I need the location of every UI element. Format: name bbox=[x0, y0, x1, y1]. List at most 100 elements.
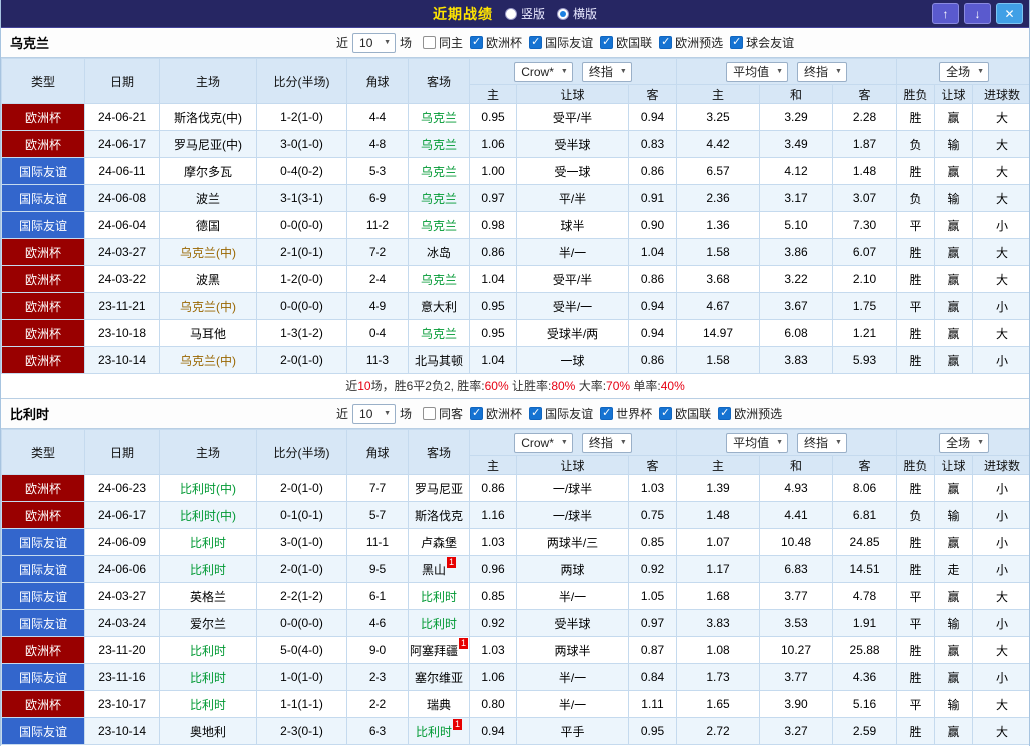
competition-type-cell: 欧洲杯 bbox=[2, 266, 85, 293]
layout-radio-vertical[interactable]: 竖版 bbox=[505, 5, 545, 22]
filter-checkbox-item[interactable]: 国际友谊 bbox=[529, 34, 593, 51]
checkbox-checked-icon[interactable] bbox=[730, 36, 743, 49]
home-team-name: 比利时 bbox=[190, 671, 226, 685]
euro-away-odds-cell: 5.93 bbox=[833, 347, 897, 374]
competition-type-cell: 国际友谊 bbox=[2, 529, 85, 556]
odds-company-select[interactable]: Crow*▼ bbox=[514, 433, 573, 453]
home-team-cell: 比利时 bbox=[160, 637, 257, 664]
goals-result-cell: 小 bbox=[973, 212, 1030, 239]
home-team-cell: 德国 bbox=[160, 212, 257, 239]
asia-away-odds-cell: 0.90 bbox=[629, 212, 677, 239]
checkbox-checked-icon[interactable] bbox=[659, 407, 672, 420]
handicap-result-cell: 输 bbox=[935, 131, 973, 158]
scope-select[interactable]: 全场▼ bbox=[939, 62, 989, 82]
euro-time-select[interactable]: 终指▼ bbox=[797, 433, 847, 453]
goals-result-cell: 大 bbox=[973, 266, 1030, 293]
checkbox-checked-icon[interactable] bbox=[659, 36, 672, 49]
home-team-name: 比利时 bbox=[190, 698, 226, 712]
euro-away-odds-cell: 5.16 bbox=[833, 691, 897, 718]
chevron-down-icon: ▼ bbox=[776, 439, 783, 446]
chevron-down-icon: ▼ bbox=[384, 410, 391, 417]
layout-radio-horizontal[interactable]: 横版 bbox=[557, 5, 597, 22]
filter-checkbox-item[interactable]: 欧洲杯 bbox=[470, 34, 522, 51]
scroll-up-button[interactable]: ↑ bbox=[932, 3, 959, 24]
col-handicap-result: 让球 bbox=[935, 456, 973, 475]
checkbox-checked-icon[interactable] bbox=[470, 36, 483, 49]
match-date-cell: 24-03-24 bbox=[85, 610, 160, 637]
checkbox-checked-icon[interactable] bbox=[600, 36, 613, 49]
away-team-name: 乌克兰 bbox=[421, 273, 457, 287]
odds-company-select[interactable]: Crow*▼ bbox=[514, 62, 573, 82]
away-team-cell: 塞尔维亚 bbox=[409, 664, 470, 691]
asia-home-odds-cell: 1.03 bbox=[470, 529, 517, 556]
filter-checkbox-item[interactable]: 同主 bbox=[423, 34, 463, 51]
euro-time-select[interactable]: 终指▼ bbox=[797, 62, 847, 82]
away-team-name: 阿塞拜疆 bbox=[410, 644, 458, 658]
filter-checkbox-item[interactable]: 国际友谊 bbox=[529, 405, 593, 422]
radio-label: 横版 bbox=[573, 5, 597, 22]
handicap-result-cell: 赢 bbox=[935, 718, 973, 745]
home-team-cell: 乌克兰(中) bbox=[160, 347, 257, 374]
corner-cell: 4-6 bbox=[347, 610, 409, 637]
score-cell: 1-2(1-0) bbox=[257, 104, 347, 131]
radio-unselected-icon[interactable] bbox=[505, 8, 517, 20]
scope-header: 全场▼ bbox=[897, 59, 1030, 85]
score-cell: 0-1(0-1) bbox=[257, 502, 347, 529]
handicap-result-cell: 赢 bbox=[935, 583, 973, 610]
radio-selected-icon[interactable] bbox=[557, 8, 569, 20]
home-team-name: 乌克兰(中) bbox=[180, 354, 236, 368]
filter-checkbox-item[interactable]: 球会友谊 bbox=[730, 34, 794, 51]
euro-home-odds-cell: 2.36 bbox=[677, 185, 760, 212]
euro-draw-odds-cell: 4.41 bbox=[760, 502, 833, 529]
result-cell: 胜 bbox=[897, 347, 935, 374]
euro-average-select[interactable]: 平均值▼ bbox=[726, 62, 788, 82]
asia-handicap-cell: 受半球 bbox=[517, 131, 629, 158]
asia-home-odds-cell: 1.04 bbox=[470, 347, 517, 374]
match-date-cell: 23-10-14 bbox=[85, 718, 160, 745]
filter-checkbox-item[interactable]: 世界杯 bbox=[600, 405, 652, 422]
handicap-result-cell: 赢 bbox=[935, 158, 973, 185]
scroll-down-button[interactable]: ↓ bbox=[964, 3, 991, 24]
goals-result-cell: 大 bbox=[973, 691, 1030, 718]
odds-time-select[interactable]: 终指▼ bbox=[582, 62, 632, 82]
filter-checkbox-item[interactable]: 欧国联 bbox=[659, 405, 711, 422]
handicap-result-cell: 走 bbox=[935, 556, 973, 583]
checkbox-unchecked-icon[interactable] bbox=[423, 407, 436, 420]
odds-time-select[interactable]: 终指▼ bbox=[582, 433, 632, 453]
result-cell: 胜 bbox=[897, 239, 935, 266]
asia-handicap-cell: 平手 bbox=[517, 718, 629, 745]
goals-result-cell: 大 bbox=[973, 320, 1030, 347]
match-count-select[interactable]: 10▼ bbox=[352, 404, 396, 424]
away-team-cell: 乌克兰 bbox=[409, 320, 470, 347]
asia-handicap-cell: 两球半/三 bbox=[517, 529, 629, 556]
filter-label: 欧洲预选 bbox=[675, 34, 723, 51]
euro-average-value: 平均值 bbox=[733, 434, 769, 451]
checkbox-checked-icon[interactable] bbox=[470, 407, 483, 420]
filter-checkbox-item[interactable]: 欧洲杯 bbox=[470, 405, 522, 422]
match-count-select[interactable]: 10▼ bbox=[352, 33, 396, 53]
filter-checkbox-item[interactable]: 欧洲预选 bbox=[718, 405, 782, 422]
checkbox-checked-icon[interactable] bbox=[718, 407, 731, 420]
checkbox-checked-icon[interactable] bbox=[529, 36, 542, 49]
euro-draw-odds-cell: 3.49 bbox=[760, 131, 833, 158]
away-team-name: 乌克兰 bbox=[421, 219, 457, 233]
away-team-cell: 罗马尼亚 bbox=[409, 475, 470, 502]
close-button[interactable]: ✕ bbox=[996, 3, 1023, 24]
radio-label: 竖版 bbox=[521, 5, 545, 22]
checkbox-checked-icon[interactable] bbox=[529, 407, 542, 420]
match-row: 国际友谊23-10-14奥地利2-3(0-1)6-3比利时10.94平手0.95… bbox=[2, 718, 1030, 745]
col-home: 主场 bbox=[160, 59, 257, 104]
result-cell: 平 bbox=[897, 583, 935, 610]
filter-label: 欧国联 bbox=[616, 34, 652, 51]
euro-draw-odds-cell: 3.77 bbox=[760, 664, 833, 691]
euro-average-select[interactable]: 平均值 ▼ bbox=[726, 433, 788, 453]
filter-checkbox-item[interactable]: 欧国联 bbox=[600, 34, 652, 51]
filter-checkbox-item[interactable]: 欧洲预选 bbox=[659, 34, 723, 51]
checkbox-unchecked-icon[interactable] bbox=[423, 36, 436, 49]
filter-label: 国际友谊 bbox=[545, 405, 593, 422]
home-team-cell: 比利时 bbox=[160, 556, 257, 583]
scope-select[interactable]: 全场▼ bbox=[939, 433, 989, 453]
summary-segment: 60% bbox=[485, 379, 509, 393]
checkbox-checked-icon[interactable] bbox=[600, 407, 613, 420]
filter-checkbox-item[interactable]: 同客 bbox=[423, 405, 463, 422]
